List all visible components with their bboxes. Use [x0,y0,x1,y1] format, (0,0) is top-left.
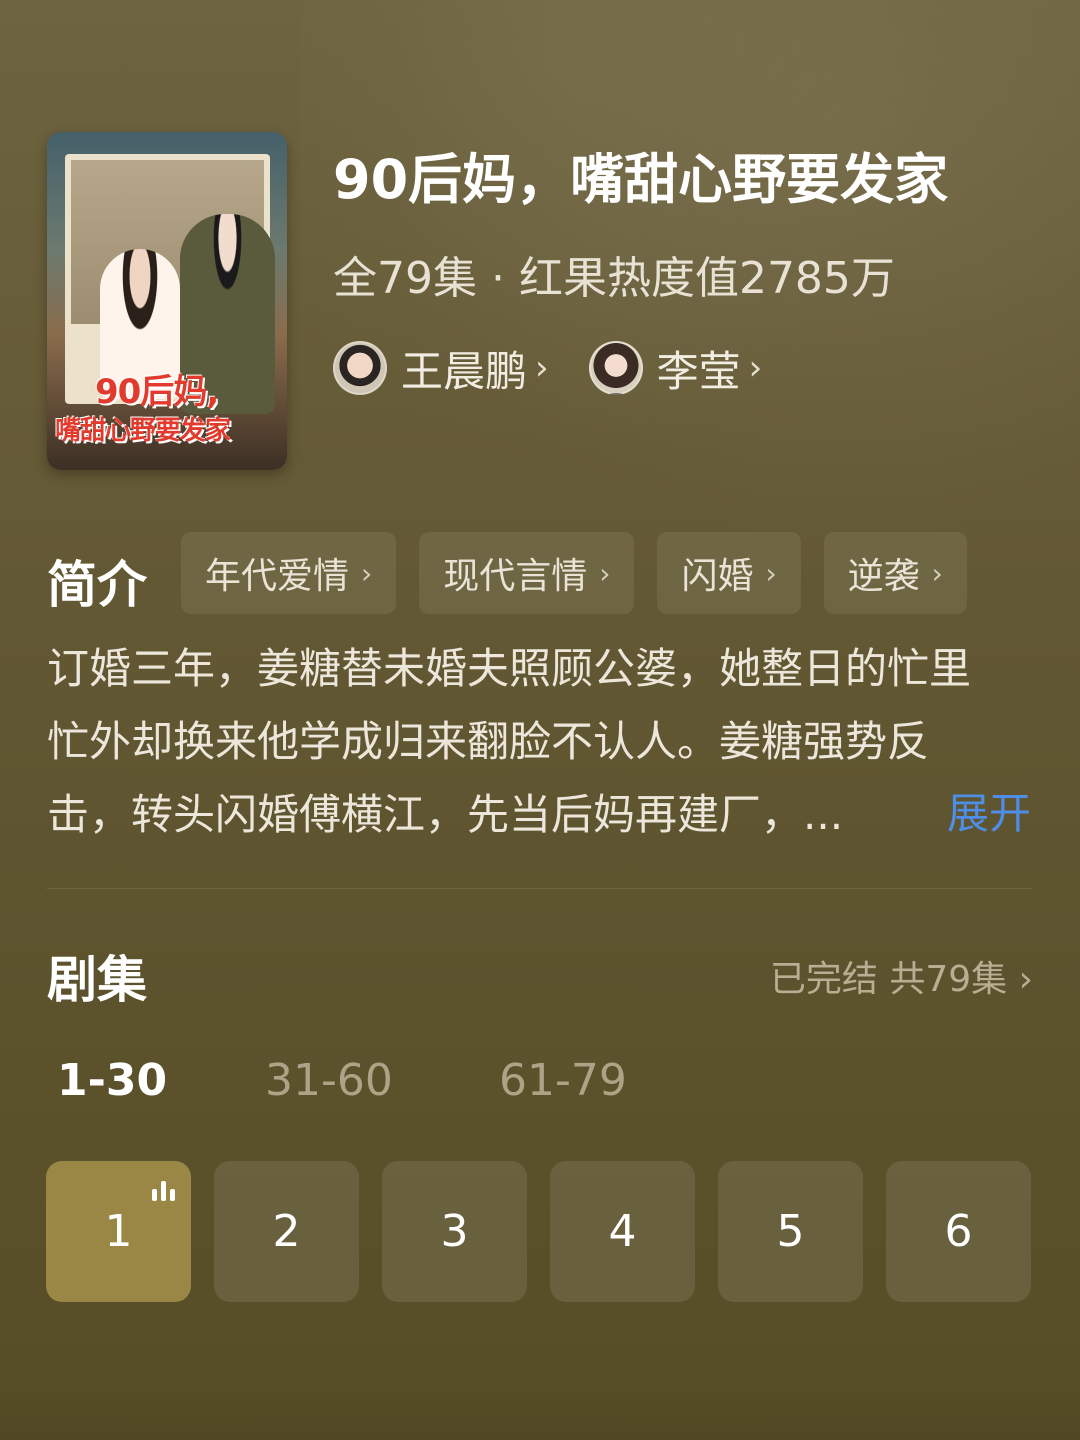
episodes-status-link[interactable]: 已完结 共79集 › [770,950,1033,1002]
drama-meta: 全79集 · 红果热度值2785万 [333,253,895,304]
cast-item-actress[interactable]: 李莹 › [588,338,763,399]
playing-indicator-icon [152,1181,175,1201]
description-line: 忙外却换来他学成归来翻脸不认人。姜糖强势反 [47,717,930,766]
expand-link[interactable]: 展开 [947,780,1031,841]
cast-name: 李莹 [656,346,741,396]
cast-list: 王晨鹏 › 李莹 › [333,340,802,396]
chevron-right-icon: › [765,556,777,590]
drama-title: 90后妈，嘴甜心野要发家 [333,148,949,211]
background-still [300,0,1080,620]
episode-number: 3 [440,1206,469,1257]
description-line: 订婚三年，姜糖替未婚夫照顾公婆，她整日的忙里 [47,644,972,693]
bottom-fade [0,1380,1080,1440]
chevron-right-icon: › [931,556,943,590]
episode-button[interactable]: 4 [550,1161,695,1302]
range-tab-31-60[interactable]: 31-60 [265,1055,393,1106]
chevron-right-icon: › [535,348,549,388]
actress-avatar [588,341,643,395]
intro-heading: 简介 [47,556,147,614]
episode-button[interactable]: 2 [214,1161,359,1302]
drama-poster[interactable]: 90后妈, 嘴甜心野要发家 [47,132,287,470]
episode-number: 6 [944,1206,973,1257]
episode-grid: 1 2 3 4 5 6 [46,1161,1054,1302]
range-tab-1-30[interactable]: 1-30 [57,1055,167,1106]
tag-label: 逆袭 [847,556,920,597]
tag-label: 闪婚 [681,556,754,597]
chevron-right-icon: › [748,348,763,388]
episode-button[interactable]: 6 [886,1161,1031,1302]
episodes-heading: 剧集 [47,951,147,1009]
poster-title-line1: 90后妈, [95,372,219,412]
description: 订婚三年，姜糖替未婚夫照顾公婆，她整日的忙里 忙外却换来他学成归来翻脸不认人。姜… [47,632,1037,851]
episode-number: 2 [272,1206,301,1257]
episode-button[interactable]: 5 [718,1161,863,1302]
episode-button[interactable]: 3 [382,1161,527,1302]
tag-chip[interactable]: 闪婚 › [657,532,801,614]
episode-number: 5 [776,1206,805,1257]
episode-number: 1 [104,1206,133,1257]
tag-list: 年代爱情 › 现代言情 › 闪婚 › 逆袭 › [181,532,990,614]
episode-number: 4 [608,1206,637,1257]
episode-button-current[interactable]: 1 [46,1161,191,1302]
section-divider [47,888,1033,889]
chevron-right-icon: › [361,556,373,590]
cast-item-actor[interactable]: 王晨鹏 › [333,338,549,399]
tag-chip[interactable]: 逆袭 › [823,532,967,614]
description-line: 击，转头闪婚傅横江，先当后妈再建厂，... [47,790,844,839]
tag-chip[interactable]: 年代爱情 › [181,532,397,614]
poster-title-line2: 嘴甜心野要发家 [55,416,231,446]
tag-chip[interactable]: 现代言情 › [419,532,635,614]
range-tab-61-79[interactable]: 61-79 [499,1055,627,1106]
tag-label: 现代言情 [443,556,588,597]
tag-label: 年代爱情 [205,556,350,597]
cast-name: 王晨鹏 [401,346,528,396]
chevron-right-icon: › [599,556,611,590]
actor-avatar [333,341,387,395]
